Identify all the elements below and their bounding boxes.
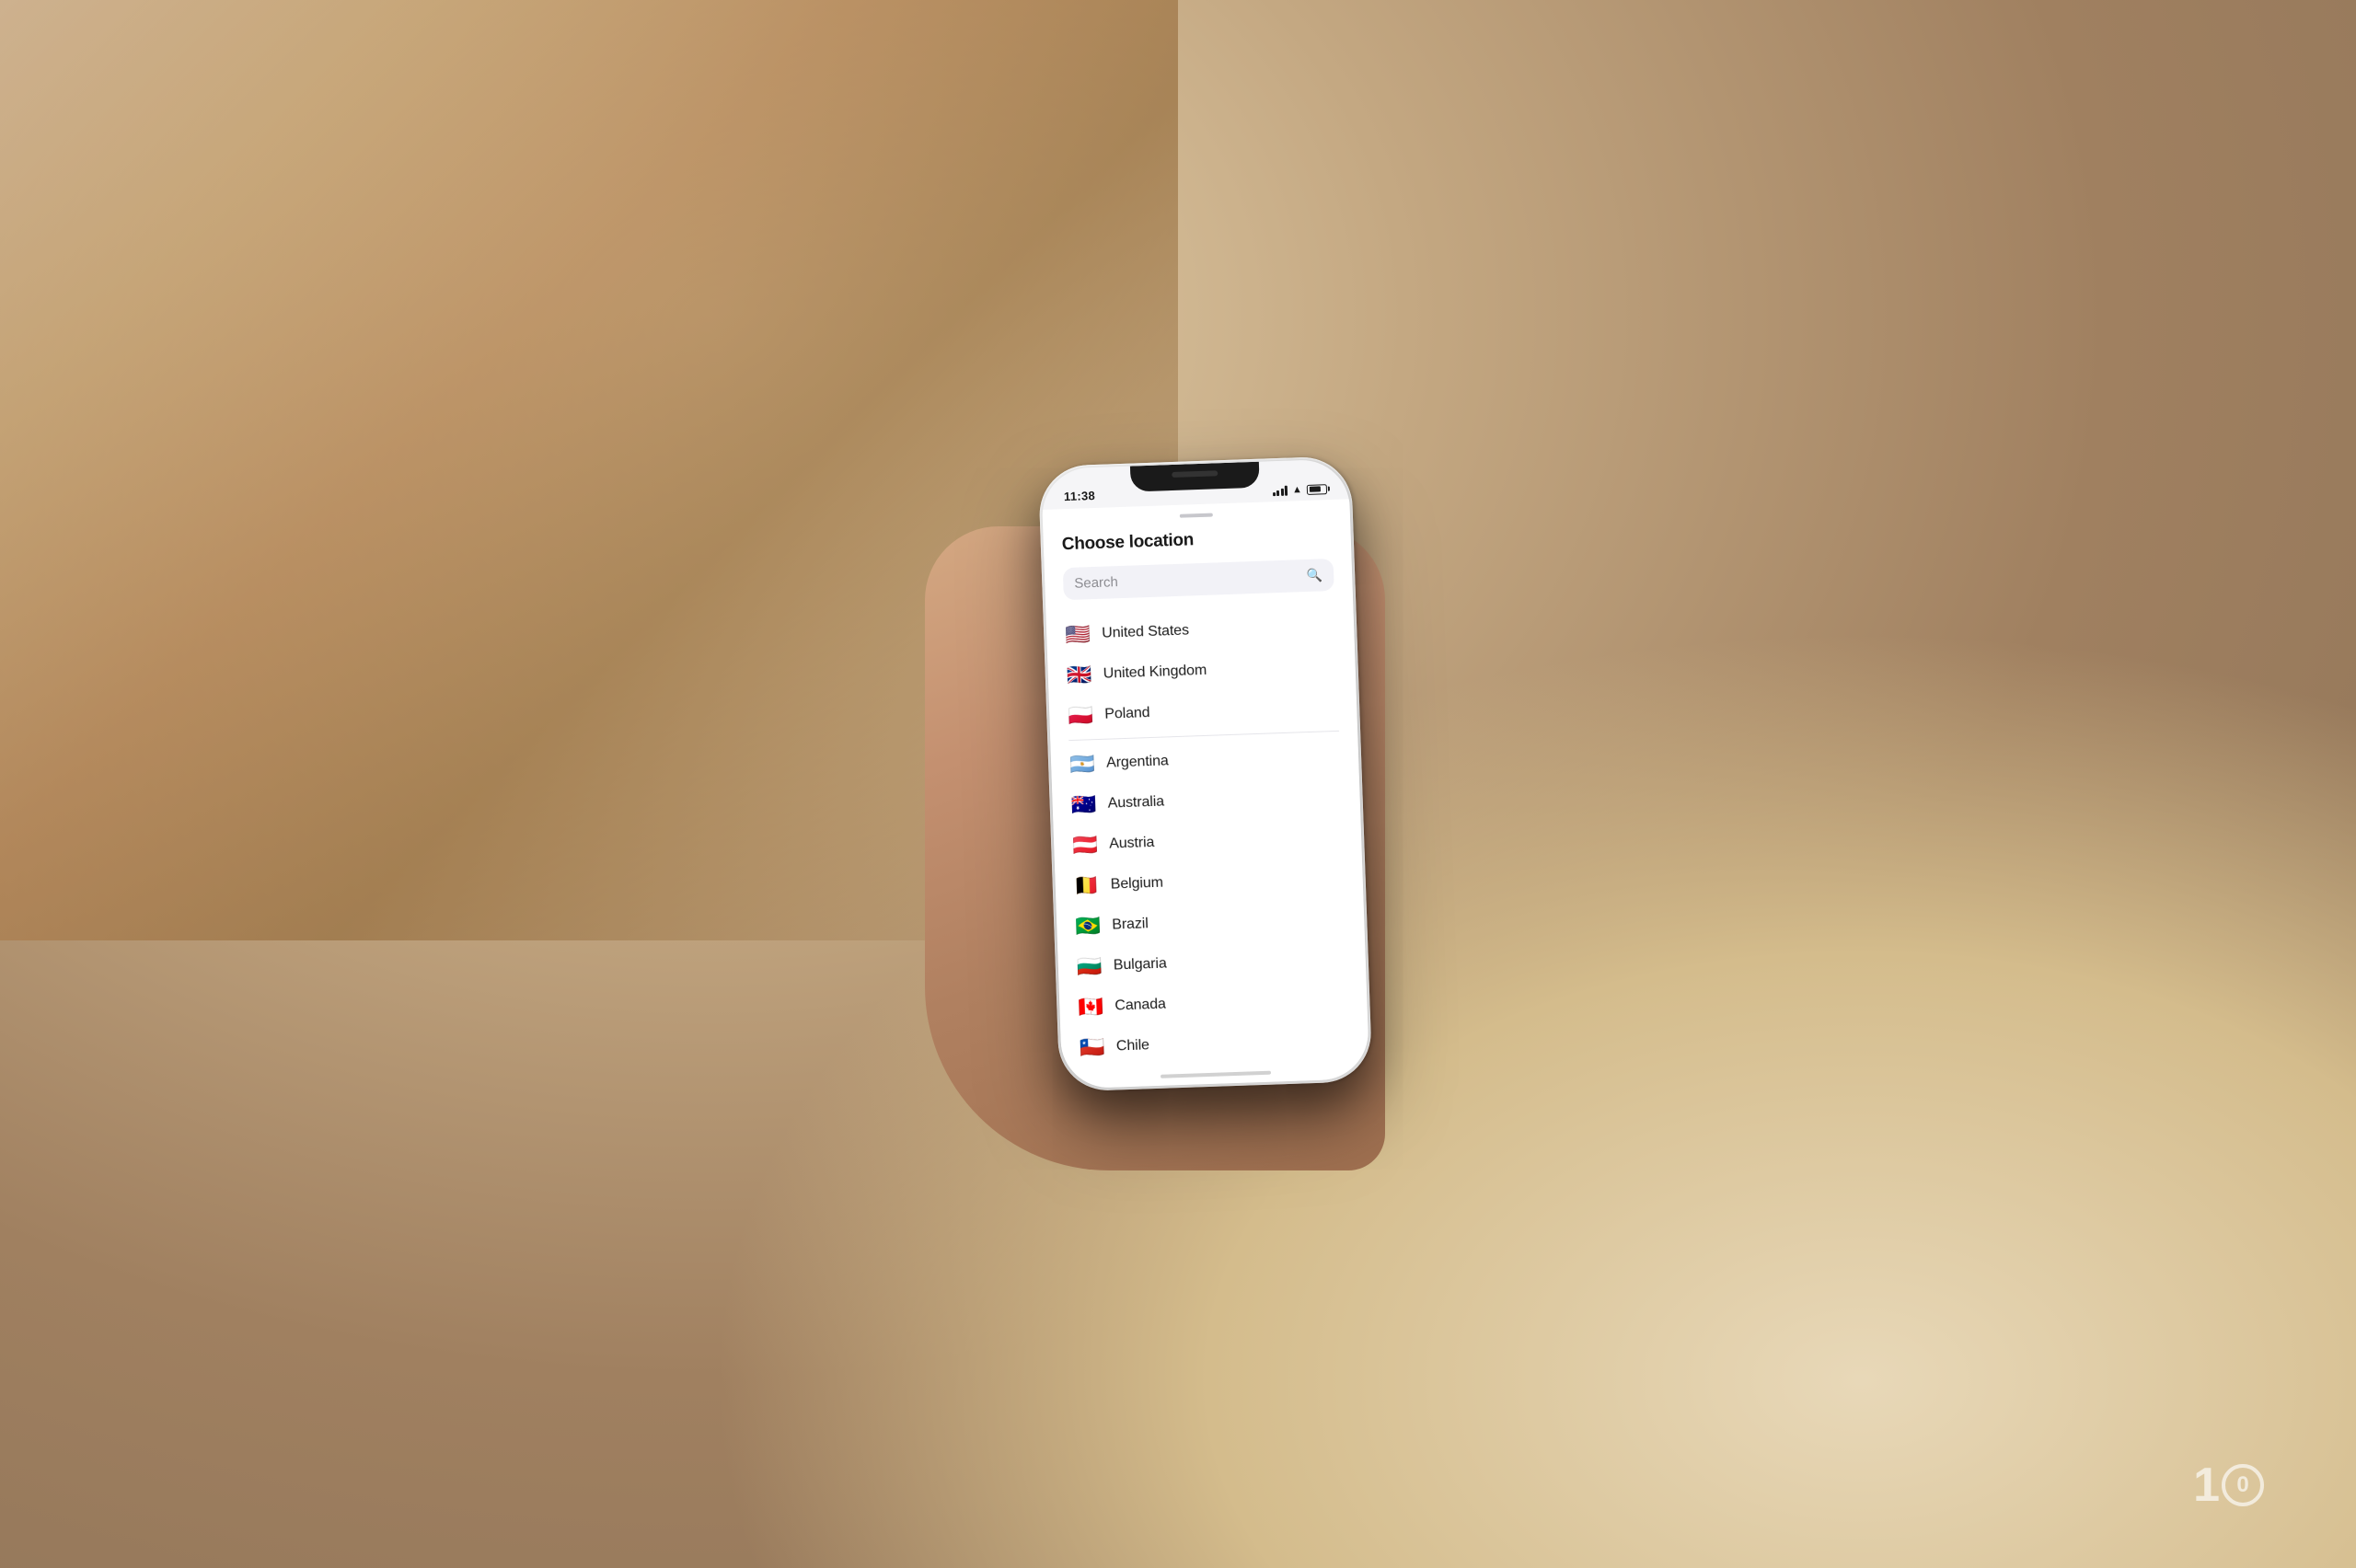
page-title: Choose location: [1061, 530, 1194, 554]
status-icons: ▲: [1272, 483, 1327, 496]
phone-device: 11:38 ▲: [1038, 455, 1373, 1091]
country-name-at: Austria: [1109, 834, 1155, 852]
watermark-circle-inner: 0: [2236, 1472, 2248, 1498]
country-list: 🇺🇸 United States 🇬🇧 United Kingdom 🇵🇱 Po…: [1046, 605, 1369, 1075]
drag-indicator: [1180, 513, 1213, 518]
search-placeholder: Search: [1074, 568, 1299, 592]
phone-screen: 11:38 ▲: [1041, 458, 1369, 1089]
watermark: 1 0: [2193, 1458, 2264, 1513]
country-name-br: Brazil: [1112, 916, 1149, 933]
country-name-ar: Argentina: [1106, 753, 1169, 771]
flag-ca: 🇨🇦: [1078, 996, 1104, 1017]
notch: [1130, 462, 1260, 492]
flag-bg: 🇧🇬: [1076, 955, 1103, 976]
phone-chassis: 11:38 ▲: [1038, 455, 1373, 1091]
flag-br: 🇧🇷: [1075, 916, 1102, 937]
status-time: 11:38: [1064, 489, 1096, 503]
flag-au: 🇦🇺: [1070, 794, 1097, 815]
signal-bar-4: [1285, 485, 1288, 495]
battery-fill: [1309, 486, 1321, 491]
watermark-circle: 0: [2222, 1464, 2264, 1506]
signal-bars-icon: [1272, 485, 1288, 496]
speaker: [1172, 470, 1218, 478]
country-name-ca: Canada: [1114, 996, 1166, 1014]
country-name-pl: Poland: [1104, 705, 1150, 723]
signal-bar-2: [1276, 490, 1279, 495]
wifi-icon: ▲: [1292, 484, 1302, 495]
flag-at: 🇦🇹: [1072, 835, 1099, 856]
signal-bar-3: [1280, 488, 1283, 495]
flag-us: 🇺🇸: [1065, 624, 1091, 645]
country-name-cl: Chile: [1116, 1037, 1150, 1055]
home-indicator: [1161, 1071, 1271, 1078]
signal-bar-1: [1273, 492, 1276, 496]
battery-icon: [1307, 484, 1327, 495]
country-name-uk: United Kingdom: [1103, 663, 1207, 683]
search-icon: 🔍: [1306, 567, 1322, 583]
flag-cl: 🇨🇱: [1080, 1036, 1106, 1057]
scene: 11:38 ▲: [0, 0, 2356, 1568]
flag-be: 🇧🇪: [1073, 875, 1100, 896]
country-name-be: Belgium: [1110, 874, 1163, 893]
flag-ar: 🇦🇷: [1069, 754, 1096, 775]
flag-pl: 🇵🇱: [1068, 705, 1094, 726]
app-screen: Choose location Search 🔍 🇺🇸 United State…: [1043, 499, 1370, 1089]
watermark-text: 1: [2193, 1458, 2220, 1513]
country-name-bg: Bulgaria: [1114, 955, 1167, 974]
country-name-us: United States: [1102, 622, 1189, 641]
flag-uk: 🇬🇧: [1066, 664, 1092, 686]
country-name-au: Australia: [1107, 793, 1164, 812]
